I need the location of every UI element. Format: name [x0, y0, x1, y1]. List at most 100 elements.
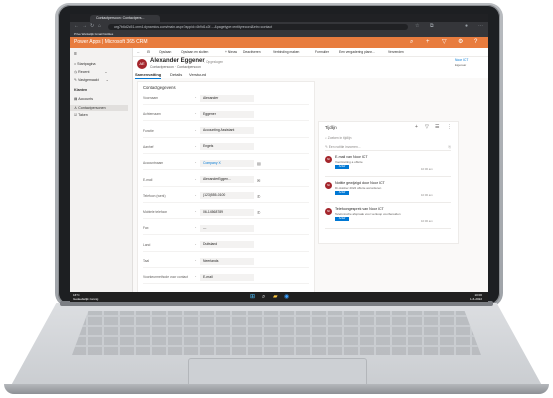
back-icon[interactable]: ← [74, 24, 79, 29]
schedule-meeting-button[interactable]: Een vergadering plann... [339, 48, 375, 56]
profile-icon[interactable]: ● [465, 24, 468, 29]
field-row: Land * Duitsland [143, 240, 309, 252]
gear-icon[interactable]: ⚙ [458, 37, 463, 48]
sidebar-item-label: Contactpersonen [78, 106, 106, 110]
field-value[interactable]: Duitsland [200, 241, 254, 249]
sidebar-item-accounts[interactable]: ▤ Accounts [74, 97, 93, 101]
windows-start-icon[interactable]: ⊞ [250, 292, 255, 302]
field-value[interactable]: Accounting Assistant [200, 127, 254, 135]
back-button[interactable]: ← [137, 48, 140, 56]
command-bar: ← ⊟ Opslaan Opslaan en sluiten + Nieuw D… [133, 48, 488, 57]
field-label: Telefoon (werk) [143, 193, 166, 198]
filter-icon[interactable]: ▽ [442, 37, 447, 48]
timeline-note-input[interactable]: ✎ Een notitie invoeren... ⎘ [325, 144, 451, 151]
tab-details[interactable]: Details [170, 71, 182, 78]
timeline-card: Tijdlijn + ▽ ☰ ⋮ ⌕ Zoeken in tijdlijn ✎ … [318, 121, 459, 244]
required-icon: * [195, 259, 197, 263]
browser-icon[interactable]: ◉ [284, 292, 289, 302]
hamburger-icon[interactable]: ≡ [74, 51, 77, 57]
timeline-title: Tijdlijn [325, 125, 337, 130]
field-value[interactable]: Company X [200, 159, 254, 167]
timeline-heading[interactable]: Telefoongesprek van Noor ICT [335, 207, 384, 211]
sidebar-item-label: Accounts [78, 97, 93, 101]
sidebar-item-contacts[interactable]: ♙ Contactpersonen [70, 105, 128, 111]
browser-tab[interactable]: Contactpersoon: Contactpers... [90, 15, 160, 22]
file-explorer-icon[interactable]: ▰ [273, 292, 278, 302]
sidebar-item-label: Recent [78, 70, 90, 74]
app-title[interactable]: Power Apps | Microsoft 365 CRM [74, 37, 148, 48]
field-action-icon[interactable]: ✆ [257, 193, 260, 200]
refresh-icon[interactable]: ↻ [90, 24, 94, 29]
laptop-base-front [4, 384, 549, 394]
star-icon[interactable]: ☆ [415, 24, 419, 29]
home-icon[interactable]: ⌂ [98, 24, 101, 29]
field-value[interactable]: E-mail [200, 273, 254, 281]
new-button[interactable]: + Nieuw [225, 48, 237, 56]
field-action-icon[interactable]: ▤ [257, 160, 261, 167]
help-icon[interactable]: ? [474, 37, 477, 48]
field-row: Achternaam * Eggener [143, 109, 309, 122]
field-value[interactable]: Alexander [200, 94, 254, 102]
timeline-item[interactable]: NI Telefoongesprek van Noor ICT Telefonisc… [325, 206, 451, 229]
sidebar-item-home[interactable]: ⌂ Startpagina [74, 62, 96, 66]
sidebar-item-tasks[interactable]: ☑ Taken [74, 113, 88, 117]
field-action-icon[interactable]: ✆ [257, 209, 260, 216]
add-icon[interactable]: + [415, 125, 418, 130]
field-value[interactable]: Neerlands [200, 257, 254, 265]
connect-button[interactable]: Verbinding maken [273, 48, 299, 56]
timeline-date: 10:00 am [421, 219, 433, 223]
timeline-search-input[interactable]: ⌕ Zoeken in tijdlijn [325, 135, 451, 141]
deactivate-button[interactable]: Deactiveren [243, 48, 261, 56]
timeline-heading[interactable]: Notitie gewijzigd door Noor ICT [335, 181, 385, 185]
save-button[interactable]: Opslaan [159, 48, 171, 56]
sidebar-item-pinned[interactable]: ✎ Vastgemaakt ⌄ [74, 78, 109, 82]
record-type[interactable]: Contactpersoon · Contactpersoon [150, 65, 201, 69]
field-value[interactable]: --- [200, 224, 254, 232]
required-icon: * [195, 226, 197, 231]
search-icon[interactable]: ⌕ [410, 37, 413, 48]
weather-widget[interactable]: 16°C Gedeeltelijk zonnig [73, 293, 98, 301]
search-icon[interactable]: ⌕ [262, 292, 265, 302]
send-button[interactable]: Verzenden [388, 48, 404, 56]
browser-menu-icon[interactable]: ⋯ [478, 24, 483, 29]
more-icon[interactable]: ⋮ [447, 125, 452, 130]
field-label: Land [143, 242, 151, 247]
timeline-avatar: NI [325, 208, 332, 215]
sidebar-item-recent[interactable]: ◷ Recent ⌄ [74, 70, 108, 74]
address-bar[interactable]: org7b6d2c51.crm4.dynamics.com/main.aspx?… [108, 23, 408, 30]
timeline-item[interactable]: NI Notitie gewijzigd door Noor ICT Di okto… [325, 180, 451, 203]
required-icon: * [195, 177, 197, 182]
filter-icon[interactable]: ▽ [425, 125, 429, 130]
owner-link[interactable]: Noor ICT [455, 58, 468, 62]
field-label: Taal [143, 259, 150, 263]
list-icon[interactable]: ☰ [435, 125, 439, 130]
field-row: E-mail * AlexanderEggen... ✉ [143, 175, 309, 187]
timeline-item[interactable]: NI E-mail van Noor ICT Voortzetting a offe… [325, 154, 451, 177]
required-icon: * [195, 210, 197, 215]
clock[interactable]: 10:00 1-6-2022 [470, 293, 482, 301]
field-action-icon[interactable]: ✉ [257, 177, 260, 184]
field-value[interactable]: (123)555-0100 [200, 192, 254, 200]
status-badge: Actief [335, 165, 349, 169]
field-value[interactable]: 06-14568789 [200, 208, 254, 216]
save-close-button[interactable]: Opslaan en sluiten [181, 48, 208, 56]
tab-summary[interactable]: Samenvatting [135, 71, 162, 79]
tab-sent[interactable]: Verstuurd [189, 71, 206, 78]
field-label: Achternaam [143, 112, 161, 117]
form-icon[interactable]: ⊟ [147, 48, 150, 56]
forward-icon[interactable]: → [82, 24, 87, 29]
extensions-icon[interactable]: ⧉ [430, 24, 434, 29]
form-button[interactable]: Formulier [315, 48, 329, 56]
attach-icon[interactable]: ⎘ [448, 144, 451, 150]
timeline-heading[interactable]: E-mail van Noor ICT [335, 155, 368, 159]
field-value[interactable]: Engels [200, 143, 254, 151]
card-title: Contactgegevens [143, 85, 176, 90]
sidebar-item-label: Startpagina [77, 62, 96, 66]
field-value[interactable]: AlexanderEggen... [200, 176, 254, 183]
required-icon: * [195, 112, 197, 117]
field-label: Aanhef [143, 144, 154, 149]
plus-icon[interactable]: + [426, 37, 430, 48]
timeline-avatar: NI [325, 156, 332, 163]
field-value[interactable]: Eggener [200, 110, 254, 118]
date: 1-6-2022 [470, 297, 483, 301]
